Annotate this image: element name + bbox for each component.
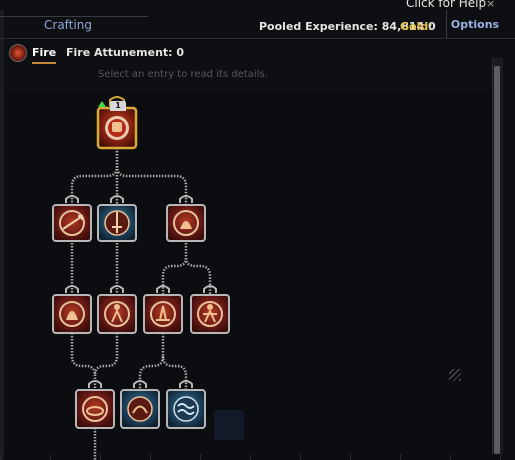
root-rank-badge: 1	[110, 101, 126, 111]
skill-node-t3-c[interactable]	[143, 285, 183, 334]
scrollbar-thumb[interactable]	[494, 66, 500, 454]
skill-node-t4-a[interactable]	[75, 380, 115, 429]
skill-node-t3-b[interactable]	[97, 285, 137, 334]
rank-up-arrow-icon	[98, 101, 106, 107]
fist-flame-icon	[112, 122, 122, 132]
background-hotbar-icon	[214, 410, 244, 440]
resize-grip[interactable]	[449, 369, 461, 381]
bottom-bar	[0, 454, 515, 460]
skill-node-t3-a[interactable]	[52, 285, 92, 334]
skill-node-t2-a[interactable]	[52, 195, 92, 242]
skill-tree	[52, 96, 244, 460]
skill-node-t2-c[interactable]	[166, 195, 206, 242]
skill-node-t4-c[interactable]	[166, 380, 206, 429]
